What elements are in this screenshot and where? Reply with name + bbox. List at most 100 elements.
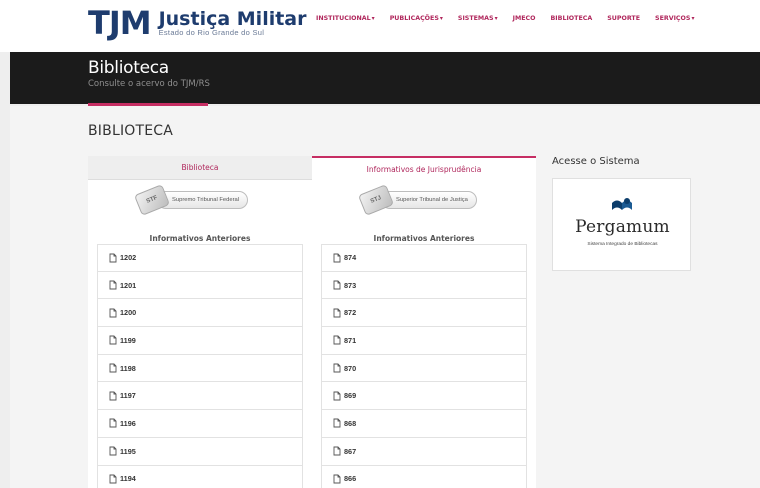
informativo-number: 1198: [120, 363, 136, 373]
informativo-number: 872: [344, 308, 357, 318]
list-item[interactable]: 1200: [97, 299, 303, 328]
tab-biblioteca[interactable]: Biblioteca: [88, 156, 312, 180]
list-item[interactable]: 867: [321, 437, 527, 466]
document-icon: [332, 418, 342, 428]
page-banner: Biblioteca Consulte o acervo do TJM/RS: [10, 52, 760, 104]
nav-item-label: JMECO: [512, 15, 536, 22]
informativo-number: 1200: [120, 308, 137, 318]
nav-item-label: INSTITUCIONAL: [316, 15, 371, 22]
stj-list-heading: Informativos Anteriores: [373, 234, 475, 243]
nav-item-servi-os[interactable]: SERVIÇOS▾: [655, 15, 694, 22]
stf-name: Supremo Tribunal Federal: [157, 191, 249, 209]
stf-informativos-list: 1202 1201 1200 1199 1198 1197 1196 1195 1194: [97, 244, 303, 488]
nav-item-suporte[interactable]: SUPORTE: [607, 15, 640, 22]
logo-title: Justiça Militar: [158, 7, 307, 30]
list-item[interactable]: 870: [321, 354, 527, 383]
informativo-number: 1195: [120, 446, 136, 456]
list-item[interactable]: 866: [321, 465, 527, 488]
stj-name: Superior Tribunal de Justiça: [381, 191, 477, 209]
list-item[interactable]: 873: [321, 271, 527, 300]
informativo-number: 867: [344, 446, 357, 456]
list-item[interactable]: 1198: [97, 354, 303, 383]
document-icon: [332, 391, 342, 401]
informativo-number: 868: [344, 418, 357, 428]
list-item[interactable]: 1201: [97, 271, 303, 300]
document-icon: [332, 446, 342, 456]
stf-list-heading: Informativos Anteriores: [149, 234, 251, 243]
list-item[interactable]: 1197: [97, 382, 303, 411]
document-icon: [332, 335, 342, 345]
list-item[interactable]: 1195: [97, 437, 303, 466]
nav-item-label: SUPORTE: [607, 15, 641, 22]
informativo-number: 866: [344, 474, 357, 484]
nav-item-label: SISTEMAS: [457, 15, 494, 22]
nav-item-biblioteca[interactable]: BIBLIOTECA: [551, 15, 593, 22]
list-item[interactable]: 1199: [97, 327, 303, 355]
informativo-number: 1201: [120, 280, 137, 290]
document-icon: [108, 446, 118, 456]
document-icon: [108, 335, 118, 345]
nav-item-institucional[interactable]: INSTITUCIONAL▾: [316, 15, 375, 22]
page-title: BIBLIOTECA: [88, 123, 174, 139]
stj-seal-icon: STJ: [357, 184, 395, 216]
document-icon: [108, 280, 118, 290]
nav-item-publica-es[interactable]: PUBLICAÇÕES▾: [390, 15, 443, 22]
chevron-down-icon: ▾: [691, 15, 695, 22]
informativo-number: 1202: [120, 253, 137, 263]
informativo-number: 874: [344, 253, 357, 263]
document-icon: [332, 474, 342, 484]
logo-mark: TJM: [88, 4, 152, 42]
logo-text: Justiça Militar Estado do Rio Grande do …: [158, 7, 307, 37]
list-item[interactable]: 1202: [97, 244, 303, 272]
document-icon: [332, 253, 342, 263]
pergamum-logo-icon: [612, 198, 632, 210]
nav-item-label: SERVIÇOS: [655, 15, 691, 22]
stj-informativos-list: 874 873 872 871 870 869 868 867 866: [321, 244, 527, 488]
informativo-number: 870: [344, 363, 357, 373]
banner-subtitle: Consulte o acervo do TJM/RS: [88, 79, 210, 89]
list-item[interactable]: 871: [321, 327, 527, 355]
banner-title: Biblioteca: [88, 58, 169, 78]
main-nav: INSTITUCIONAL▾ PUBLICAÇÕES▾ SISTEMAS▾ JMECO…: [316, 15, 709, 22]
tjm-logo[interactable]: TJM Justiça Militar Estado do Rio Grande…: [88, 3, 307, 43]
stf-badge[interactable]: STF Supremo Tribunal Federal: [133, 184, 249, 216]
document-icon: [332, 280, 342, 290]
informativo-number: 1196: [120, 418, 136, 428]
informativo-number: 869: [344, 391, 357, 401]
nav-item-jmeco[interactable]: JMECO: [513, 15, 536, 22]
chevron-down-icon: ▾: [439, 15, 443, 22]
logo-subtitle: Estado do Rio Grande do Sul: [158, 27, 265, 37]
list-item[interactable]: 874: [321, 244, 527, 272]
pergamum-link[interactable]: Pergamum Sistema Integrado de Biblioteca…: [552, 178, 691, 271]
list-item[interactable]: 869: [321, 382, 527, 411]
nav-item-label: PUBLICAÇÕES: [389, 15, 439, 22]
nav-item-sistemas[interactable]: SISTEMAS▾: [458, 15, 498, 22]
nav-item-label: BIBLIOTECA: [550, 15, 593, 22]
list-item[interactable]: 1194: [97, 465, 303, 488]
document-icon: [108, 308, 118, 318]
site-header: TJM Justiça Militar Estado do Rio Grande…: [0, 0, 760, 52]
document-icon: [332, 308, 342, 318]
list-item[interactable]: 868: [321, 410, 527, 438]
list-item[interactable]: 872: [321, 299, 527, 328]
pergamum-title: Pergamum: [575, 217, 670, 237]
stf-seal-icon: STF: [133, 184, 171, 216]
chevron-down-icon: ▾: [494, 15, 498, 22]
document-icon: [108, 418, 118, 428]
document-icon: [108, 253, 118, 263]
informativo-number: 873: [344, 280, 357, 290]
stj-badge[interactable]: STJ Superior Tribunal de Justiça: [357, 184, 477, 216]
document-icon: [108, 363, 118, 373]
informativo-number: 1199: [120, 335, 136, 345]
document-icon: [332, 363, 342, 373]
informativo-number: 871: [344, 335, 357, 345]
document-icon: [108, 474, 118, 484]
informativo-number: 1194: [120, 474, 136, 484]
list-item[interactable]: 1196: [97, 410, 303, 438]
document-icon: [108, 391, 118, 401]
chevron-down-icon: ▾: [371, 15, 375, 22]
tab-informativos[interactable]: Informativos de Jurisprudência: [312, 156, 536, 180]
sidebar-heading: Acesse o Sistema: [552, 156, 640, 167]
informativo-number: 1197: [120, 391, 136, 401]
pergamum-subtitle: Sistema Integrado de Bibliotecas: [587, 242, 658, 247]
